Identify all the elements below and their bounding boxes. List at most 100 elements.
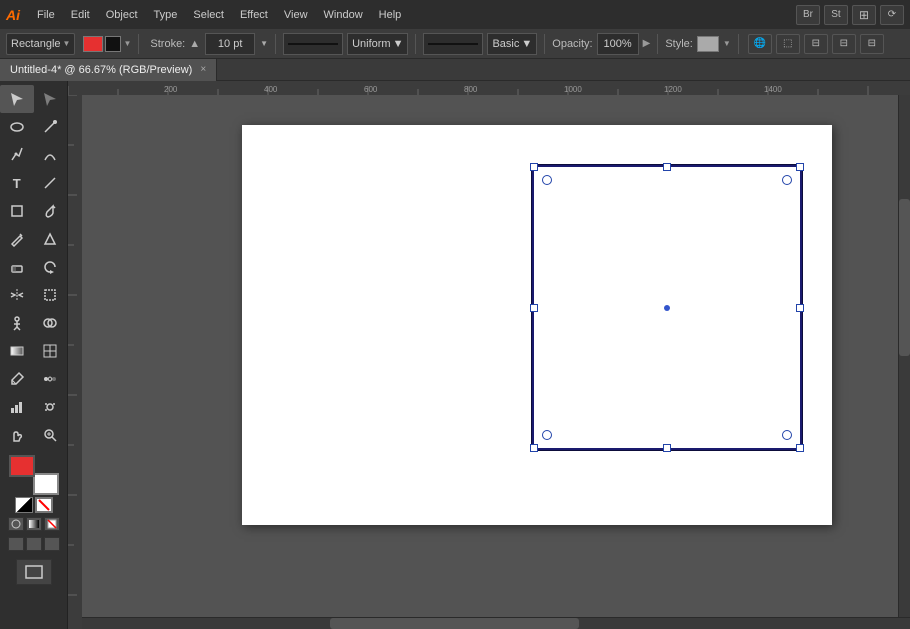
menu-window[interactable]: Window xyxy=(317,6,370,24)
handle-mid-right[interactable] xyxy=(796,304,804,312)
reflect-tool[interactable] xyxy=(0,281,34,309)
stock-btn[interactable]: St xyxy=(824,5,848,25)
draw-inside-btn[interactable] xyxy=(44,537,60,551)
menu-help[interactable]: Help xyxy=(372,6,409,24)
handle-top-left[interactable] xyxy=(530,163,538,171)
hand-tool[interactable] xyxy=(0,421,34,449)
rotate-handle-tl[interactable] xyxy=(542,175,552,185)
uniform-dropdown[interactable]: Uniform ▼ xyxy=(347,33,408,55)
text-tool[interactable]: T xyxy=(0,169,34,197)
shape-builder-tool[interactable] xyxy=(34,309,68,337)
gradient-mode-btn[interactable] xyxy=(26,517,42,531)
none-color-btn[interactable] xyxy=(35,497,53,513)
screen-mode-icon xyxy=(25,565,43,579)
ruler-horizontal: 200 400 600 800 1000 1200 1400 xyxy=(68,81,910,95)
lasso-tool[interactable] xyxy=(0,113,34,141)
paintbrush-tool[interactable] xyxy=(34,197,68,225)
swap-colors-btn[interactable] xyxy=(15,497,33,513)
mesh-tool[interactable] xyxy=(34,337,68,365)
none-stroke-icon xyxy=(47,519,57,529)
stroke-value-input[interactable] xyxy=(205,33,255,55)
opacity-expand[interactable]: ▶ xyxy=(643,38,651,49)
line-tool[interactable] xyxy=(34,169,68,197)
free-transform-tool[interactable] xyxy=(34,281,68,309)
none-mode-btn[interactable] xyxy=(44,517,60,531)
fg-color-box[interactable] xyxy=(9,455,35,477)
eyedropper-tool[interactable] xyxy=(0,365,34,393)
selected-rectangle[interactable] xyxy=(532,165,802,450)
doc-tab-close[interactable]: × xyxy=(200,64,206,75)
handle-top-center[interactable] xyxy=(663,163,671,171)
menu-view[interactable]: View xyxy=(277,6,315,24)
stroke-line-picker[interactable] xyxy=(283,33,343,55)
direct-select-tool[interactable] xyxy=(34,85,68,113)
stroke-color-swatch[interactable] xyxy=(105,36,121,52)
sync-btn[interactable]: ⟳ xyxy=(880,5,904,25)
screen-mode-btn[interactable] xyxy=(16,559,52,585)
style-label: Style: xyxy=(665,38,693,50)
opacity-input[interactable] xyxy=(597,33,639,55)
stroke-label: Stroke: xyxy=(150,38,185,50)
draw-behind-btn[interactable] xyxy=(26,537,42,551)
curvature-tool[interactable] xyxy=(34,141,68,169)
fg-bg-colors[interactable] xyxy=(9,455,59,495)
handle-bottom-left[interactable] xyxy=(530,444,538,452)
stroke-line-picker-2[interactable] xyxy=(423,33,483,55)
stroke-up-arrow[interactable]: ▲ xyxy=(189,38,200,50)
gradient-icon xyxy=(29,520,39,528)
artboard-btn[interactable]: ⬚ xyxy=(776,34,800,54)
opacity-label: Opacity: xyxy=(552,38,592,50)
menu-edit[interactable]: Edit xyxy=(64,6,97,24)
handle-bottom-center[interactable] xyxy=(663,444,671,452)
scrollbar-horizontal[interactable] xyxy=(82,617,910,629)
rotate-handle-br[interactable] xyxy=(782,430,792,440)
blend-tool[interactable] xyxy=(34,365,68,393)
grid-btn[interactable]: ⊞ xyxy=(852,5,876,25)
bg-color-box[interactable] xyxy=(33,473,59,495)
tool-name-dropdown[interactable]: Rectangle ▼ xyxy=(6,33,75,55)
separator-4 xyxy=(544,34,545,54)
bridge-btn[interactable]: Br xyxy=(796,5,820,25)
separator-5 xyxy=(657,34,658,54)
rect-tool[interactable] xyxy=(0,197,34,225)
doc-tab-active[interactable]: Untitled-4* @ 66.67% (RGB/Preview) × xyxy=(0,59,217,81)
stroke-unit-arrow[interactable]: ▼ xyxy=(260,39,268,48)
rotate-handle-tr[interactable] xyxy=(782,175,792,185)
web-icon-btn[interactable]: 🌐 xyxy=(748,34,772,54)
zoom-tool[interactable] xyxy=(34,421,68,449)
magic-wand-tool[interactable] xyxy=(34,113,68,141)
pen-tool[interactable] xyxy=(0,141,34,169)
center-point xyxy=(664,305,670,311)
handle-bottom-right[interactable] xyxy=(796,444,804,452)
align-btn-2[interactable]: ⊟ xyxy=(832,34,856,54)
gradient-tool[interactable] xyxy=(0,337,34,365)
shaper-tool[interactable] xyxy=(34,225,68,253)
selection-tool[interactable] xyxy=(0,85,34,113)
align-btn-1[interactable]: ⊟ xyxy=(804,34,828,54)
rotate-handle-bl[interactable] xyxy=(542,430,552,440)
canvas-viewport[interactable] xyxy=(82,95,910,629)
symbol-sprayer-tool[interactable] xyxy=(34,393,68,421)
puppet-warp-tool[interactable] xyxy=(0,309,34,337)
color-mode-btn[interactable] xyxy=(8,517,24,531)
draw-normal-btn[interactable] xyxy=(8,537,24,551)
tool-name-arrow: ▼ xyxy=(63,39,71,48)
style-swatch[interactable] xyxy=(697,36,719,52)
scrollbar-vertical[interactable] xyxy=(898,95,910,617)
column-graph-tool[interactable] xyxy=(0,393,34,421)
fill-color-swatch[interactable] xyxy=(83,36,103,52)
align-btn-3[interactable]: ⊟ xyxy=(860,34,884,54)
rotate-tool[interactable] xyxy=(34,253,68,281)
basic-dropdown[interactable]: Basic ▼ xyxy=(487,33,537,55)
menu-file[interactable]: File xyxy=(30,6,62,24)
pencil-tool[interactable] xyxy=(0,225,34,253)
menu-object[interactable]: Object xyxy=(99,6,145,24)
menu-type[interactable]: Type xyxy=(147,6,185,24)
menu-select[interactable]: Select xyxy=(186,6,231,24)
eraser-tool[interactable] xyxy=(0,253,34,281)
menu-effect[interactable]: Effect xyxy=(233,6,275,24)
handle-mid-left[interactable] xyxy=(530,304,538,312)
style-arrow[interactable]: ▼ xyxy=(723,39,731,48)
doc-tabs: Untitled-4* @ 66.67% (RGB/Preview) × xyxy=(0,59,910,81)
handle-top-right[interactable] xyxy=(796,163,804,171)
